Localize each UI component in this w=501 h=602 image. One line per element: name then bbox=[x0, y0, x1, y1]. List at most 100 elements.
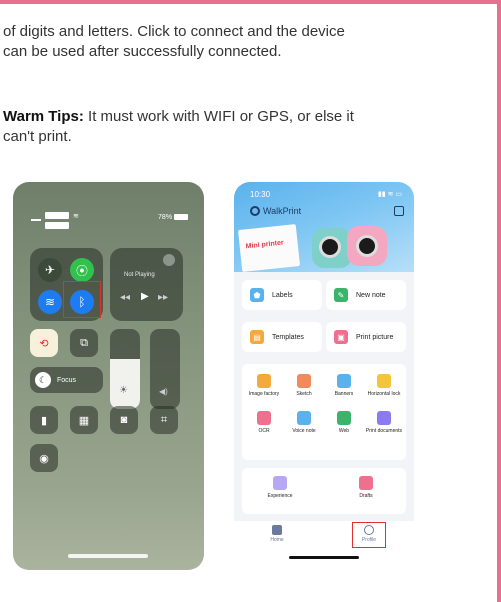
airplane-mode-icon[interactable]: ✈ bbox=[38, 258, 62, 282]
experience-icon bbox=[273, 476, 287, 490]
voice-note-label: Voice note bbox=[292, 428, 316, 434]
voice-note-tool[interactable]: Voice note bbox=[284, 411, 324, 434]
instruction-line-2: can be used after successfully connected… bbox=[3, 43, 282, 60]
sketch-icon bbox=[297, 374, 311, 388]
battery-indicator: 78% bbox=[158, 214, 188, 221]
experience-item[interactable]: Experience bbox=[260, 476, 300, 499]
warm-tips-text-2: can't print. bbox=[3, 128, 72, 145]
sketch-tool[interactable]: Sketch bbox=[284, 374, 324, 397]
fast-forward-icon[interactable]: ▸▸ bbox=[158, 292, 168, 303]
qr-scanner-icon[interactable]: ⌗ bbox=[150, 406, 178, 434]
drafts-icon bbox=[359, 476, 373, 490]
warm-tips-text: It must work with WIFI or GPS, or else i… bbox=[83, 108, 354, 125]
home-icon bbox=[272, 525, 282, 535]
airplay-icon[interactable] bbox=[163, 254, 175, 266]
drafts-item[interactable]: Drafts bbox=[346, 476, 386, 499]
instruction-paragraph: of digits and letters. Click to connect … bbox=[3, 22, 473, 62]
ocr-tool[interactable]: OCR bbox=[244, 411, 284, 434]
drafts-label: Drafts bbox=[359, 493, 373, 499]
speaker-icon: ◀) bbox=[159, 387, 168, 396]
horizontal-lock-icon bbox=[377, 374, 391, 388]
instruction-line-1: of digits and letters. Click to connect … bbox=[3, 23, 345, 40]
wifi-status-icon: ≋ bbox=[73, 213, 79, 220]
image-factory-icon bbox=[257, 374, 271, 388]
new-note-label: New note bbox=[356, 291, 386, 299]
pink-printer-illustration bbox=[347, 226, 387, 266]
printer-lens bbox=[356, 235, 378, 257]
image-factory-label: Image factory bbox=[248, 391, 280, 397]
new-note-icon: ✎ bbox=[334, 288, 348, 302]
document-icon bbox=[377, 411, 391, 425]
microphone-icon bbox=[297, 411, 311, 425]
carrier-redacted-2 bbox=[45, 222, 69, 229]
print-documents-tool[interactable]: Print documents bbox=[364, 411, 404, 434]
flashlight-icon[interactable]: ▮ bbox=[30, 406, 58, 434]
horizontal-lock-tool[interactable]: Horizontal lock bbox=[364, 374, 404, 397]
walkprint-app-screenshot: 10:30 ▮▮ ≋ ▭ WalkPrint Mini printer ⬟ Lab… bbox=[234, 182, 414, 567]
printed-paper-illustration: Mini printer bbox=[237, 224, 301, 272]
banners-tool[interactable]: Banners bbox=[324, 374, 364, 397]
brand-logo: WalkPrint bbox=[250, 206, 301, 216]
carrier-redacted bbox=[45, 212, 69, 219]
ocr-label: OCR bbox=[258, 428, 270, 434]
warm-tips-paragraph: Warm Tips: It must work with WIFI or GPS… bbox=[3, 107, 473, 147]
paper-label: Mini printer bbox=[245, 239, 285, 251]
print-documents-label: Print documents bbox=[365, 428, 403, 434]
bluetooth-highlight-box bbox=[63, 281, 101, 318]
printer-lens bbox=[319, 236, 341, 258]
status-bar: ≋ 78% bbox=[31, 212, 188, 236]
status-time: 10:30 bbox=[250, 190, 271, 199]
focus-tile[interactable]: ☾ Focus bbox=[30, 367, 103, 393]
tab-home-label: Home bbox=[270, 537, 284, 543]
battery-icon bbox=[174, 214, 188, 221]
bottom-cards-panel: Experience Drafts bbox=[242, 468, 406, 514]
focus-label: Focus bbox=[57, 376, 77, 384]
labels-icon: ⬟ bbox=[250, 288, 264, 302]
screen-record-icon[interactable]: ◉ bbox=[30, 444, 58, 472]
banners-label: Banners bbox=[334, 391, 354, 397]
templates-label: Templates bbox=[272, 333, 304, 341]
orientation-lock-icon[interactable]: ⟲ bbox=[30, 329, 58, 357]
new-note-card[interactable]: ✎ New note bbox=[326, 280, 406, 310]
brightness-slider[interactable]: ☀ bbox=[110, 329, 140, 409]
bottom-tab-bar: Home Profile bbox=[234, 521, 414, 567]
camera-icon[interactable]: ◙ bbox=[110, 406, 138, 434]
signal-icon bbox=[31, 214, 41, 221]
labels-label: Labels bbox=[272, 291, 293, 299]
ocr-icon bbox=[257, 411, 271, 425]
brand-name: WalkPrint bbox=[263, 206, 302, 216]
scan-icon[interactable] bbox=[394, 206, 404, 216]
labels-card[interactable]: ⬟ Labels bbox=[242, 280, 322, 310]
web-tool[interactable]: Web bbox=[324, 411, 364, 434]
sketch-label: Sketch bbox=[296, 391, 312, 397]
templates-icon: ▤ bbox=[250, 330, 264, 344]
sun-icon: ☀ bbox=[119, 385, 128, 396]
print-picture-label: Print picture bbox=[356, 333, 394, 341]
image-factory-tool[interactable]: Image factory bbox=[244, 374, 284, 397]
app-header-banner: 10:30 ▮▮ ≋ ▭ WalkPrint Mini printer bbox=[234, 182, 414, 272]
home-indicator bbox=[289, 556, 359, 559]
control-center-screenshot: ≋ 78% ✈ ⦿ ≋ ᛒ Not Playing ◂◂ ▶ ▸▸ ⟲ ⧉ ☀ … bbox=[13, 182, 204, 570]
cellular-data-icon[interactable]: ⦿ bbox=[70, 258, 94, 282]
banners-icon bbox=[337, 374, 351, 388]
print-picture-card[interactable]: ▣ Print picture bbox=[326, 322, 406, 352]
profile-highlight-box bbox=[352, 522, 386, 548]
now-playing-tile: Not Playing ◂◂ ▶ ▸▸ bbox=[110, 248, 183, 321]
calculator-icon[interactable]: ▦ bbox=[70, 406, 98, 434]
walkprint-logo-icon bbox=[250, 206, 260, 216]
rewind-icon[interactable]: ◂◂ bbox=[120, 292, 130, 303]
blue-printer-illustration bbox=[312, 228, 352, 268]
web-icon bbox=[337, 411, 351, 425]
volume-slider[interactable]: ◀) bbox=[150, 329, 180, 409]
moon-icon: ☾ bbox=[35, 372, 51, 388]
templates-card[interactable]: ▤ Templates bbox=[242, 322, 322, 352]
now-playing-label: Not Playing bbox=[124, 272, 155, 278]
print-picture-icon: ▣ bbox=[334, 330, 348, 344]
play-icon[interactable]: ▶ bbox=[141, 291, 149, 302]
status-icons: ▮▮ ≋ ▭ bbox=[377, 191, 402, 198]
screen-mirroring-icon[interactable]: ⧉ bbox=[70, 329, 98, 357]
wifi-toggle-icon[interactable]: ≋ bbox=[38, 290, 62, 314]
tab-home[interactable]: Home bbox=[262, 525, 292, 543]
web-label: Web bbox=[338, 428, 350, 434]
warm-tips-label: Warm Tips: bbox=[3, 108, 84, 125]
